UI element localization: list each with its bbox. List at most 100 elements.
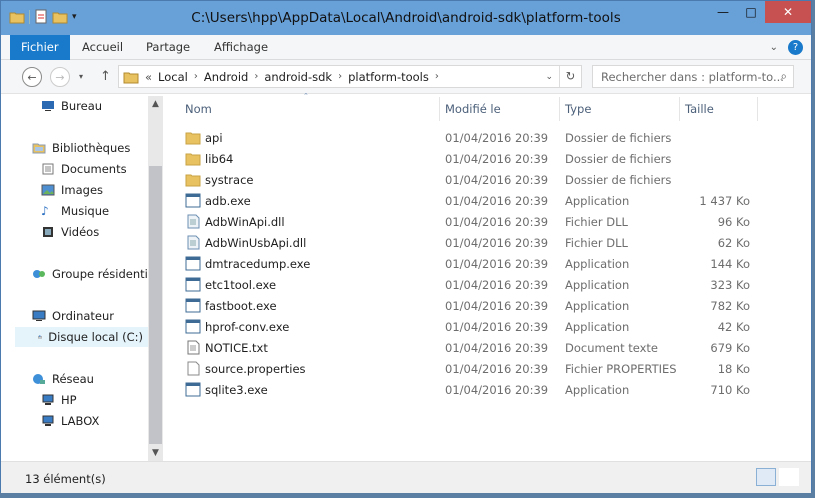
file-name: hprof-conv.exe <box>205 320 290 334</box>
nav-item-disque-local[interactable]: Disque local (C:) <box>15 327 148 347</box>
file-date: 01/04/2016 20:39 <box>445 341 549 355</box>
nav-item-groupe-residentiel[interactable]: Groupe résidentie <box>32 267 155 281</box>
breadcrumb-android-sdk[interactable]: android-sdk <box>264 70 332 84</box>
expand-ribbon-icon[interactable]: ⌄ <box>770 42 778 53</box>
file-row[interactable]: lib64 01/04/2016 20:39 Dossier de fichiers <box>179 148 799 169</box>
file-row[interactable]: NOTICE.txt 01/04/2016 20:39 Document texte… <box>179 337 799 358</box>
nav-item-reseau[interactable]: Réseau <box>32 372 94 386</box>
scroll-up-icon[interactable]: ▲ <box>148 99 163 109</box>
file-size: 96 Ko <box>717 215 750 229</box>
file-name: source.properties <box>205 362 306 376</box>
folder-icon <box>123 72 139 83</box>
file-row[interactable]: source.properties 01/04/2016 20:39 Fichier… <box>179 358 799 379</box>
nav-item-documents[interactable]: Documents <box>41 162 127 176</box>
column-header-modified[interactable]: Modifié le <box>445 102 501 116</box>
scroll-down-icon[interactable]: ▼ <box>148 448 163 458</box>
file-type: Fichier DLL <box>565 215 628 229</box>
up-button[interactable]: ↑ <box>100 69 111 84</box>
nav-item-ordinateur[interactable]: Ordinateur <box>32 309 114 323</box>
file-row[interactable]: api 01/04/2016 20:39 Dossier de fichiers <box>179 127 799 148</box>
file-row[interactable]: hprof-conv.exe 01/04/2016 20:39 Applicatio… <box>179 316 799 337</box>
column-header-size[interactable]: Taille <box>685 102 714 116</box>
tab-affichage[interactable]: Affichage <box>203 35 279 60</box>
file-row[interactable]: adb.exe 01/04/2016 20:39 Application 1 437 … <box>179 190 799 211</box>
videos-icon <box>43 227 53 237</box>
breadcrumb-overflow[interactable]: « <box>145 70 152 84</box>
chevron-right-icon[interactable]: › <box>254 71 258 82</box>
dll-icon <box>187 214 200 229</box>
close-button[interactable]: ✕ <box>765 1 811 23</box>
folder-icon <box>185 174 201 187</box>
file-row[interactable]: dmtracedump.exe 01/04/2016 20:39 Applicati… <box>179 253 799 274</box>
breadcrumb-platform-tools[interactable]: platform-tools <box>348 70 429 84</box>
text-file-icon <box>187 340 200 355</box>
file-date: 01/04/2016 20:39 <box>445 362 549 376</box>
file-date: 01/04/2016 20:39 <box>445 215 549 229</box>
search-input[interactable]: Rechercher dans : platform-to... ⌕ <box>592 65 794 88</box>
nav-item-images[interactable]: Images <box>41 183 103 197</box>
recent-locations-icon[interactable]: ▾ <box>79 72 83 81</box>
minimize-button[interactable]: — <box>709 1 737 23</box>
nav-item-hp[interactable]: HP <box>41 393 77 407</box>
status-bar: 13 élément(s) <box>1 461 811 493</box>
tab-partage[interactable]: Partage <box>135 35 201 60</box>
file-row[interactable]: AdbWinUsbApi.dll 01/04/2016 20:39 Fichier … <box>179 232 799 253</box>
search-icon[interactable]: ⌕ <box>781 69 787 84</box>
ribbon-tabs: Fichier Accueil Partage Affichage ⌄ ? <box>1 35 811 60</box>
nav-item-bibliotheques[interactable]: Bibliothèques <box>32 141 130 155</box>
address-bar[interactable]: « Local › Android › android-sdk › platform-… <box>118 65 582 88</box>
nav-item-labox[interactable]: LABOX <box>41 414 99 428</box>
file-size: 144 Ko <box>710 257 750 271</box>
exe-icon <box>185 298 201 313</box>
file-name: etc1tool.exe <box>205 278 277 292</box>
file-date: 01/04/2016 20:39 <box>445 152 549 166</box>
file-type: Dossier de fichiers <box>565 131 672 145</box>
file-row[interactable]: sqlite3.exe 01/04/2016 20:39 Application 71… <box>179 379 799 400</box>
scrollbar-thumb[interactable] <box>149 166 162 444</box>
tab-accueil[interactable]: Accueil <box>71 35 134 60</box>
forward-button[interactable]: → <box>50 67 70 87</box>
help-icon[interactable]: ? <box>788 40 803 55</box>
chevron-right-icon[interactable]: › <box>338 71 342 82</box>
file-row[interactable]: systrace 01/04/2016 20:39 Dossier de fichi… <box>179 169 799 190</box>
title-bar[interactable]: ▾ C:\Users\hpp\AppData\Local\Android\and… <box>1 1 811 35</box>
details-view-button[interactable] <box>756 468 776 486</box>
file-date: 01/04/2016 20:39 <box>445 194 549 208</box>
file-type: Application <box>565 383 630 397</box>
breadcrumb-android[interactable]: Android <box>204 70 248 84</box>
breadcrumb-local[interactable]: Local <box>158 70 188 84</box>
chevron-right-icon[interactable]: › <box>435 71 439 82</box>
file-row[interactable]: etc1tool.exe 01/04/2016 20:39 Application 3… <box>179 274 799 295</box>
file-name: fastboot.exe <box>205 299 277 313</box>
exe-icon <box>185 256 201 271</box>
tab-fichier[interactable]: Fichier <box>10 35 70 60</box>
file-size: 782 Ko <box>710 299 750 313</box>
file-size: 42 Ko <box>717 320 750 334</box>
file-size: 710 Ko <box>710 383 750 397</box>
maximize-button[interactable]: □ <box>737 1 765 23</box>
file-type: Application <box>565 278 630 292</box>
nav-scrollbar[interactable]: ▲ ▼ <box>148 96 163 461</box>
file-row[interactable]: fastboot.exe 01/04/2016 20:39 Application 7… <box>179 295 799 316</box>
nav-item-videos[interactable]: Vidéos <box>41 225 99 239</box>
file-row[interactable]: AdbWinApi.dll 01/04/2016 20:39 Fichier DLL… <box>179 211 799 232</box>
nav-item-bureau[interactable]: Bureau <box>41 99 102 113</box>
file-name: systrace <box>205 173 254 187</box>
explorer-window: ▾ C:\Users\hpp\AppData\Local\Android\and… <box>0 0 812 493</box>
file-type: Fichier PROPERTIES <box>565 362 677 376</box>
refresh-icon[interactable]: ↻ <box>559 66 581 87</box>
address-dropdown-icon[interactable]: ⌄ <box>545 72 553 82</box>
file-type: Application <box>565 194 630 208</box>
chevron-right-icon[interactable]: › <box>194 71 198 82</box>
nav-item-musique[interactable]: ♪ Musique <box>41 204 109 218</box>
file-type: Dossier de fichiers <box>565 152 672 166</box>
documents-icon <box>42 163 54 175</box>
file-date: 01/04/2016 20:39 <box>445 173 549 187</box>
back-button[interactable]: ← <box>22 67 42 87</box>
column-header-name[interactable]: Nom <box>185 102 212 116</box>
pc-icon <box>42 415 54 426</box>
column-header-type[interactable]: Type <box>565 102 591 116</box>
file-type: Fichier DLL <box>565 236 628 250</box>
large-icons-view-button[interactable] <box>779 468 799 486</box>
libraries-icon <box>32 143 46 154</box>
